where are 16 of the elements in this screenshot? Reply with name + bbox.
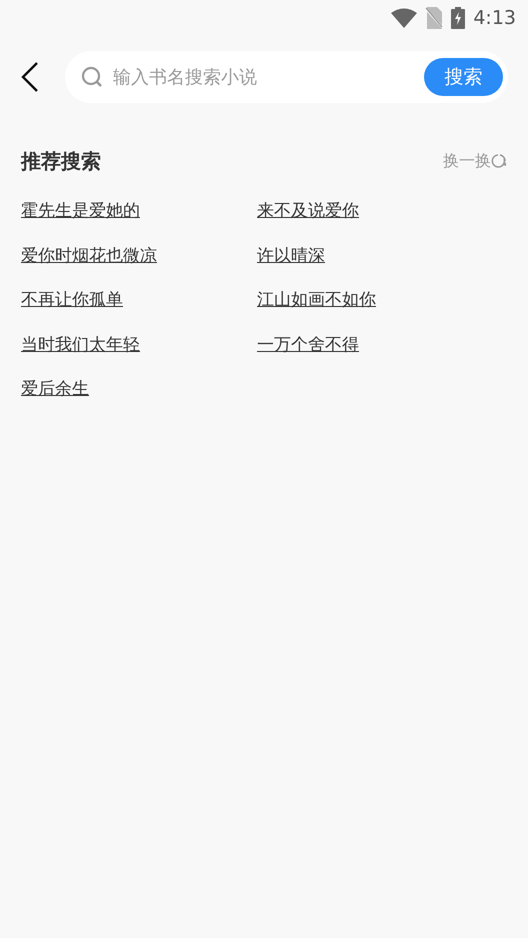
book-title-link[interactable]: 一万个舍不得 — [257, 334, 359, 354]
clock-time: 4:13 — [473, 6, 516, 31]
book-title-link[interactable]: 爱你时烟花也微凉 — [21, 246, 157, 266]
book-title-link[interactable]: 江山如画不如你 — [257, 290, 376, 310]
book-title-link[interactable]: 不再让你孤单 — [21, 290, 123, 310]
book-title-link[interactable]: 来不及说爱你 — [257, 201, 359, 221]
battery-icon — [451, 7, 466, 29]
search-icon — [81, 66, 103, 88]
book-title-link[interactable]: 爱后余生 — [21, 379, 89, 399]
book-title-link[interactable]: 霍先生是爱她的 — [21, 201, 140, 221]
refresh-icon — [491, 153, 507, 169]
book-title-link[interactable]: 当时我们太年轻 — [21, 334, 140, 354]
wifi-icon — [391, 8, 418, 28]
no-sim-icon — [425, 7, 444, 29]
section-title: 推荐搜索 — [21, 148, 101, 175]
book-title-link[interactable]: 许以晴深 — [257, 246, 325, 266]
